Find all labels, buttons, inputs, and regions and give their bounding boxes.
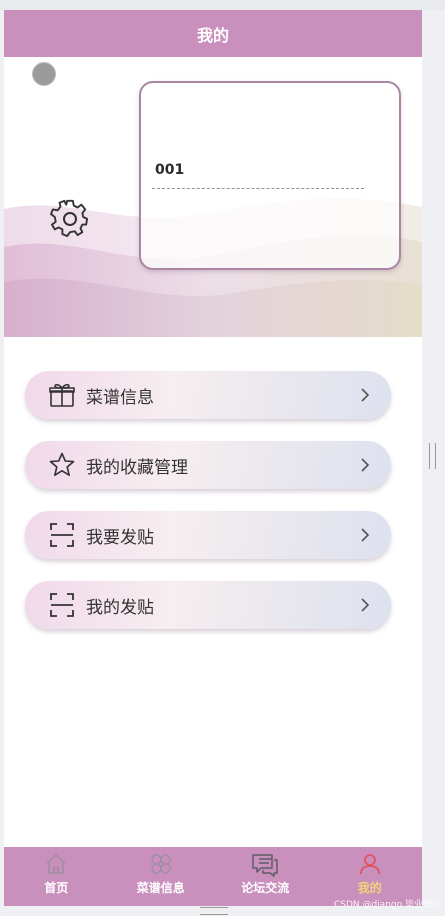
- scan-icon: [50, 523, 74, 547]
- menu-item-label: 我的收藏管理: [86, 458, 188, 478]
- browser-top-strip: [0, 0, 445, 10]
- card-divider: [152, 188, 364, 189]
- profile-hero: 001: [4, 57, 422, 337]
- resize-handle-vertical[interactable]: [429, 443, 436, 469]
- home-icon: [46, 854, 66, 874]
- menu-item-new-post[interactable]: 我要发贴: [25, 511, 391, 559]
- page-header: 我的: [4, 10, 422, 57]
- menu-item-my-favorites[interactable]: 我的收藏管理: [25, 441, 391, 489]
- star-icon: [49, 452, 75, 476]
- chevron-right-icon: [361, 458, 370, 472]
- menu-item-my-posts[interactable]: 我的发贴: [25, 581, 391, 629]
- resize-handle-horizontal[interactable]: [200, 907, 228, 915]
- clover-icon: [151, 854, 171, 874]
- menu-item-recipe-info[interactable]: 菜谱信息: [25, 371, 391, 419]
- tab-forum[interactable]: 论坛交流: [213, 847, 318, 906]
- phone-screen: 我的 001 菜谱信息 我的收藏管理 我要发贴 我的发贴 首页 菜谱信息 论坛交…: [4, 10, 422, 906]
- tab-label: 首页: [44, 881, 69, 895]
- menu-item-label: 菜谱信息: [86, 388, 154, 408]
- chevron-right-icon: [361, 528, 370, 542]
- chevron-right-icon: [361, 598, 370, 612]
- menu-item-label: 我的发贴: [86, 598, 154, 618]
- gift-icon: [49, 383, 75, 407]
- chevron-right-icon: [361, 388, 370, 402]
- tab-recipe-info[interactable]: 菜谱信息: [109, 847, 214, 906]
- menu-list: 菜谱信息 我的收藏管理 我要发贴 我的发贴: [25, 371, 391, 651]
- page-title: 我的: [196, 25, 229, 45]
- user-icon: [359, 854, 380, 875]
- menu-item-label: 我要发贴: [86, 528, 154, 548]
- watermark: CSDN @django 毕业设计: [333, 900, 441, 910]
- chat-icon: [252, 854, 278, 877]
- avatar[interactable]: [32, 62, 56, 86]
- scan-icon: [50, 593, 74, 617]
- profile-card: 001: [139, 81, 401, 270]
- tab-label: 菜谱信息: [136, 881, 185, 895]
- tab-label: 论坛交流: [241, 881, 290, 895]
- tab-label: 我的: [357, 881, 382, 895]
- tab-home[interactable]: 首页: [4, 847, 109, 906]
- username: 001: [155, 162, 185, 178]
- gear-icon[interactable]: [50, 199, 90, 239]
